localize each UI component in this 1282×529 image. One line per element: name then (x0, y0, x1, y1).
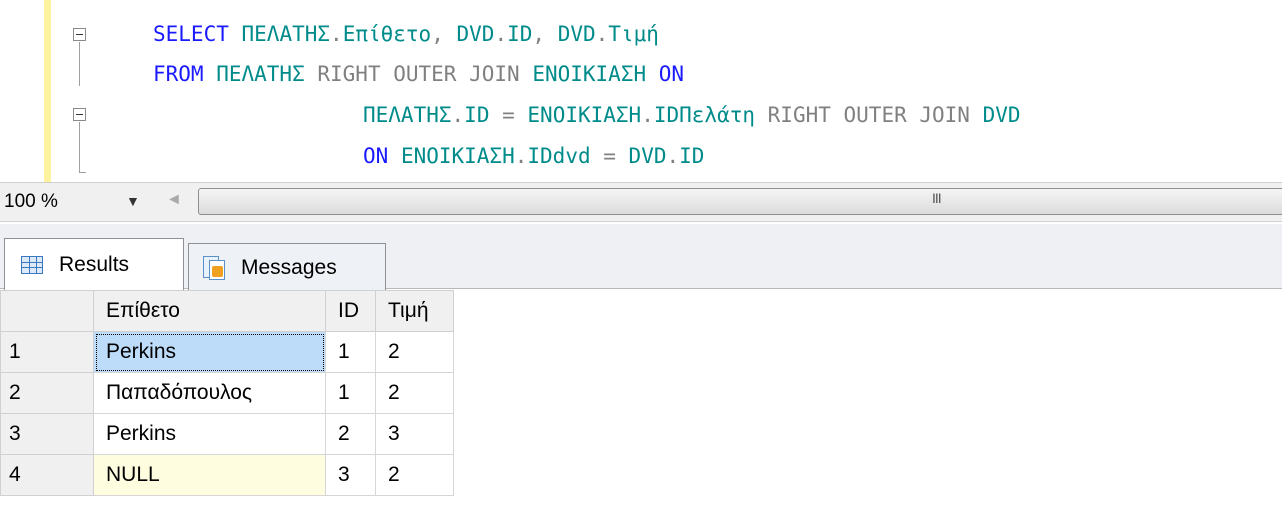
column-header[interactable]: Τιμή (375, 290, 454, 332)
table-cell[interactable]: Perkins (93, 331, 326, 373)
code-token: ON (658, 62, 685, 86)
code-token: ΕΝΟΙΚΙΑΣΗ (532, 62, 659, 86)
corner-cell[interactable] (0, 290, 94, 332)
code-token: ΠΕΛΑΤΗΣ (216, 62, 318, 86)
horizontal-scrollbar-thumb[interactable] (198, 188, 1282, 215)
tab-results-label: Results (59, 252, 130, 276)
code-token: ID (464, 103, 490, 127)
row-number[interactable]: 1 (0, 331, 94, 373)
editor-left-margin (0, 0, 44, 182)
tab-messages-label: Messages (241, 255, 337, 279)
code-token: ON (363, 144, 401, 168)
code-line-1[interactable]: SELECT ΠΕΛΑΤΗΣ.Επίθετο, DVD.ID, DVD.Τιμή (153, 20, 659, 48)
zoom-level[interactable]: 100 % (4, 191, 58, 213)
table-cell[interactable]: 2 (375, 454, 454, 496)
code-token: , (431, 22, 457, 46)
code-token: ΕΝΟΙΚΙΑΣΗ (400, 144, 515, 168)
code-token: ID (507, 22, 533, 46)
code-token: . (451, 103, 465, 127)
row-number[interactable]: 2 (0, 372, 94, 414)
code-token: IDΠελάτη (653, 103, 756, 127)
tab-messages[interactable]: Messages (188, 243, 386, 291)
code-token: IDdvd (527, 144, 591, 168)
results-grid-icon (21, 255, 43, 274)
code-line-3[interactable]: ΠΕΛΑΤΗΣ.ID = ΕΝΟΙΚΙΑΣΗ.IDΠελάτη RIGHT OU… (363, 101, 1021, 129)
code-token: RIGHT OUTER JOIN (317, 62, 533, 86)
code-token: . (494, 22, 508, 46)
code-token: DVD (557, 22, 596, 46)
code-token: , (532, 22, 558, 46)
code-token: = (489, 103, 528, 127)
table-row: 4 NULL 3 2 (0, 454, 454, 496)
table-cell[interactable]: Παπαδόπουλος (93, 372, 326, 414)
column-header[interactable]: ID (325, 290, 376, 332)
code-token: Τιμή (608, 22, 659, 46)
table-cell-null[interactable]: NULL (93, 454, 326, 496)
outline-line (79, 122, 80, 172)
table-row: 2 Παπαδόπουλος 1 2 (0, 372, 454, 414)
results-grid: Επίθετο ID Τιμή 1 Perkins 1 2 2 Παπαδόπο… (0, 290, 1282, 529)
table-row: 3 Perkins 2 3 (0, 413, 454, 455)
table-cell[interactable]: 2 (325, 413, 376, 455)
tab-results[interactable]: Results (4, 238, 184, 290)
zoom-scroll-bar: 100 % ▼ ◄ (0, 182, 1282, 222)
code-token: DVD (628, 144, 667, 168)
results-table: Επίθετο ID Τιμή 1 Perkins 1 2 2 Παπαδόπο… (0, 290, 454, 496)
code-token: . (514, 144, 528, 168)
collapse-icon[interactable] (73, 108, 86, 121)
sql-editor[interactable]: SELECT ΠΕΛΑΤΗΣ.Επίθετο, DVD.ID, DVD.Τιμή… (0, 0, 1282, 182)
row-number[interactable]: 4 (0, 454, 94, 496)
code-token: . (641, 103, 654, 127)
scrollbar-grip-icon: III (932, 190, 942, 206)
code-token: . (666, 144, 680, 168)
code-token: ΠΕΛΑΤΗΣ (363, 103, 452, 127)
code-token: ΠΕΛΑΤΗΣ (241, 22, 331, 46)
table-row: 1 Perkins 1 2 (0, 331, 454, 373)
outline-end (79, 172, 86, 173)
code-token: SELECT (153, 22, 242, 46)
scroll-left-icon[interactable]: ◄ (166, 191, 182, 209)
code-token: = (590, 144, 629, 168)
code-token: . (595, 22, 609, 46)
code-token: ID (679, 144, 705, 168)
code-token: DVD (456, 22, 495, 46)
table-cell[interactable]: 2 (375, 331, 454, 373)
code-token: DVD (982, 103, 1021, 127)
code-line-2[interactable]: FROM ΠΕΛΑΤΗΣ RIGHT OUTER JOIN ΕΝΟΙΚΙΑΣΗ … (153, 60, 684, 88)
column-header[interactable]: Επίθετο (93, 290, 326, 332)
messages-icon (203, 255, 225, 280)
table-cell[interactable]: 2 (375, 372, 454, 414)
header-row: Επίθετο ID Τιμή (0, 290, 454, 332)
outline-line (79, 42, 80, 86)
code-token: . (330, 22, 343, 46)
result-tabs: Results Messages (0, 224, 1282, 291)
table-cell[interactable]: 3 (325, 454, 376, 496)
row-number[interactable]: 3 (0, 413, 94, 455)
zoom-dropdown-icon[interactable]: ▼ (126, 193, 140, 209)
code-token: RIGHT OUTER JOIN (755, 103, 983, 127)
table-cell[interactable]: Perkins (93, 413, 326, 455)
table-cell[interactable]: 3 (375, 413, 454, 455)
change-tracking-bar (44, 0, 51, 182)
code-token: FROM (153, 62, 217, 86)
code-token: ΕΝΟΙΚΙΑΣΗ (527, 103, 642, 127)
collapse-icon[interactable] (73, 28, 86, 41)
table-cell[interactable]: 1 (325, 372, 376, 414)
code-token: Επίθετο (342, 22, 432, 46)
table-cell[interactable]: 1 (325, 331, 376, 373)
code-line-4[interactable]: ON ΕΝΟΙΚΙΑΣΗ.IDdvd = DVD.ID (363, 142, 704, 170)
